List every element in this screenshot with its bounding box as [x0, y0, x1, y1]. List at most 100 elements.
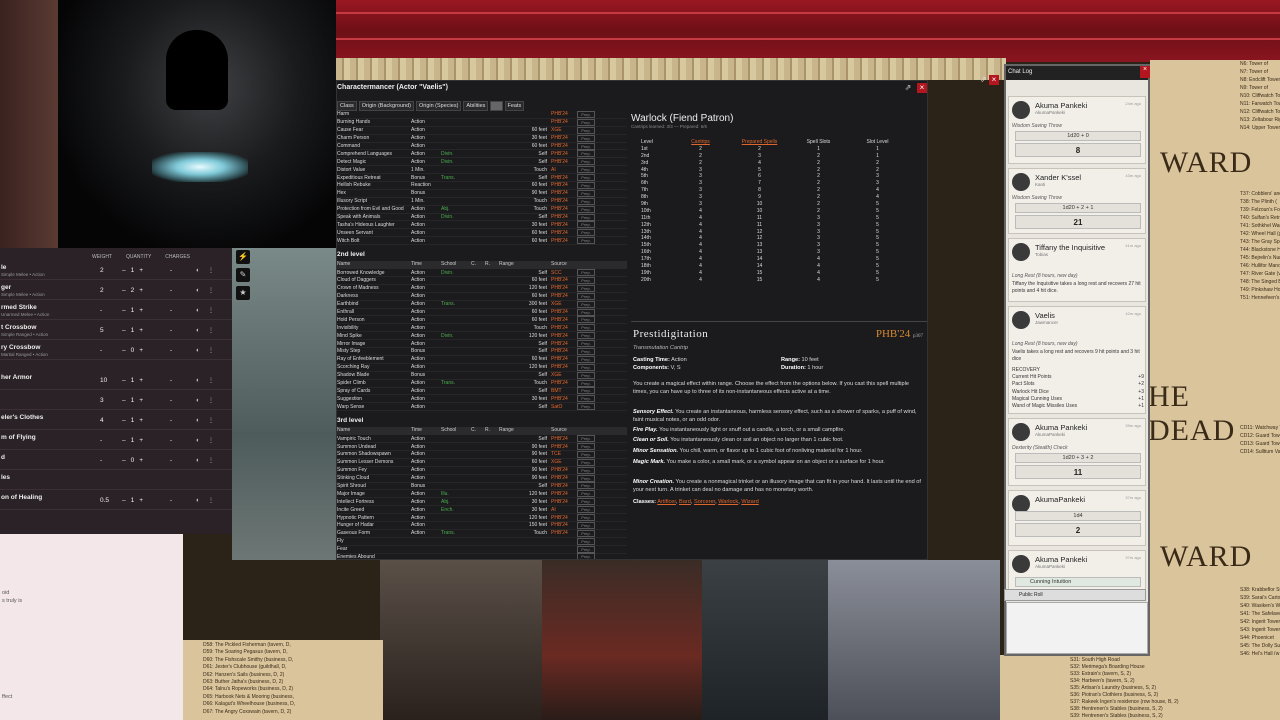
spell-row[interactable]: Earthbind Action Trans. 300 feet XGE Prep.: [337, 300, 627, 309]
minus-icon[interactable]: –: [122, 347, 131, 354]
quantity-stepper[interactable]: –2+: [122, 287, 148, 294]
item-action-icons[interactable]: ◐ ⋮: [196, 396, 217, 404]
column-source[interactable]: Source: [551, 261, 577, 269]
item-action-icons[interactable]: ◐ ⋮: [196, 326, 217, 334]
spell-row[interactable]: Gaseous Form Action Trans. Touch PHB'24 Prep.: [337, 529, 627, 538]
spell-row[interactable]: Hypnotic Pattern Action 120 feet PHB'24 Prep…: [337, 514, 627, 522]
spell-row[interactable]: Mind Spike Action Divin. 120 feet PHB'24 Prep…: [337, 332, 627, 341]
prepare-toggle[interactable]: Prep.: [577, 435, 595, 443]
plus-icon[interactable]: +: [139, 457, 148, 464]
prepare-toggle[interactable]: Prep.: [577, 443, 595, 451]
prepare-toggle[interactable]: Prep.: [577, 340, 595, 348]
dice-formula[interactable]: 1d20 + 0: [1015, 131, 1141, 141]
prepare-toggle[interactable]: Prep.: [577, 387, 595, 395]
dice-formula[interactable]: 1d4: [1015, 511, 1141, 521]
spell-row[interactable]: Witch Bolt Action 60 feet PHB'24 Prep.: [337, 237, 627, 246]
plus-icon[interactable]: +: [139, 377, 148, 384]
prepare-toggle[interactable]: Prep.: [577, 126, 595, 134]
prepare-toggle[interactable]: Prep.: [577, 482, 595, 490]
plus-icon[interactable]: +: [139, 497, 148, 504]
close-icon[interactable]: ×: [917, 83, 927, 93]
spell-row[interactable]: Suggestion Action 30 feet PHB'24 Prep.: [337, 395, 627, 404]
item-action-icons[interactable]: ◐ ⋮: [196, 286, 217, 294]
column-source[interactable]: Source: [551, 427, 577, 435]
spell-row[interactable]: Misty Step Bonus Self PHB'24 Prep.: [337, 348, 627, 356]
prepare-toggle[interactable]: Prep.: [577, 363, 595, 371]
prepare-toggle[interactable]: Prep.: [577, 308, 595, 316]
quantity-stepper[interactable]: –1+: [122, 417, 148, 424]
column-name[interactable]: Name: [337, 261, 411, 269]
roll-mode-select[interactable]: Public Roll: [1004, 589, 1146, 601]
prepare-toggle[interactable]: Prep.: [577, 142, 595, 150]
column-school[interactable]: School: [441, 427, 471, 435]
minus-icon[interactable]: –: [122, 307, 131, 314]
quantity-stepper[interactable]: –1+: [122, 397, 148, 404]
prepare-toggle[interactable]: Prep.: [577, 221, 595, 229]
inventory-row[interactable]: le Simple Melee • Action 2 –1+ - ◐ ⋮: [0, 262, 232, 280]
item-action-icons[interactable]: ◐ ⋮: [196, 416, 217, 424]
prepare-toggle[interactable]: Prep.: [577, 458, 595, 466]
prepare-toggle[interactable]: Prep.: [577, 213, 595, 221]
prepare-toggle[interactable]: Prep.: [577, 371, 595, 379]
column-school[interactable]: School: [441, 261, 471, 269]
prepare-toggle[interactable]: Prep.: [577, 166, 595, 174]
prepare-toggle[interactable]: Prep.: [577, 111, 595, 118]
spell-row[interactable]: Vampiric Touch Action Self PHB'24 Prep.: [337, 435, 627, 444]
spell-row[interactable]: Hex Bonus 90 feet PHB'24 Prep.: [337, 189, 627, 198]
lightning-icon[interactable]: ⚡: [236, 250, 250, 264]
dice-formula[interactable]: 1d20 + 3 + 2: [1015, 453, 1141, 463]
minus-icon[interactable]: –: [122, 267, 131, 274]
prepare-toggle[interactable]: Prep.: [577, 514, 595, 522]
spell-row[interactable]: Summon Shadowspawn Action 90 feet TCE Prep.: [337, 450, 627, 459]
column-time[interactable]: Time: [411, 261, 441, 269]
tab-feats[interactable]: Feats: [504, 101, 525, 111]
prepare-toggle[interactable]: Prep.: [577, 158, 595, 166]
item-action-icons[interactable]: ◐ ⋮: [196, 456, 217, 464]
spell-row[interactable]: Spider Climb Action Trans. Touch PHB'24 Prep.: [337, 379, 627, 388]
inventory-row[interactable]: d - –0+ - ◐ ⋮: [0, 452, 232, 470]
popout-icon[interactable]: ⇗: [903, 83, 913, 93]
prepare-toggle[interactable]: Prep.: [577, 466, 595, 474]
prepare-toggle[interactable]: Prep.: [577, 332, 595, 340]
spell-row[interactable]: Intellect Fortress Action Abj. 30 feet PHB'2…: [337, 498, 627, 507]
spell-row[interactable]: Warp Sense Action Self SatO Prep.: [337, 403, 627, 412]
spell-row[interactable]: Mirror Image Action Self PHB'24 Prep.: [337, 340, 627, 349]
quantity-stepper[interactable]: –1+: [122, 437, 148, 444]
tab-background[interactable]: Origin (Background): [358, 101, 414, 111]
column-range[interactable]: Range: [499, 427, 551, 435]
prepare-toggle[interactable]: Prep.: [577, 276, 595, 284]
column-r[interactable]: R.: [485, 261, 499, 269]
dice-total[interactable]: 21: [1015, 215, 1141, 229]
spell-row[interactable]: Command Action 60 feet PHB'24 Prep.: [337, 142, 627, 151]
spell-row[interactable]: Enemies Abound Prep.: [337, 553, 627, 559]
spell-row[interactable]: Shadow Blade Bonus Self XGE Prep.: [337, 371, 627, 380]
spell-row[interactable]: Spray of Cards Action Self BMT Prep.: [337, 387, 627, 396]
inventory-row[interactable]: ger Simple Melee • Action 2 –2+ - ◐ ⋮: [0, 282, 232, 300]
class-link[interactable]: Sorcerer: [694, 499, 715, 505]
inventory-row[interactable]: t Crossbow Simple Ranged • Action 5 –1+ - ◐ ⋮: [0, 322, 232, 340]
item-action-icons[interactable]: ◐ ⋮: [196, 436, 217, 444]
prepare-toggle[interactable]: Prep.: [577, 474, 595, 482]
prepare-toggle[interactable]: Prep.: [577, 118, 595, 126]
minus-icon[interactable]: –: [122, 377, 131, 384]
prepare-toggle[interactable]: Prep.: [577, 355, 595, 363]
prepare-toggle[interactable]: Prep.: [577, 348, 595, 355]
class-link[interactable]: Wizard: [741, 499, 758, 505]
tab-spells[interactable]: [490, 101, 503, 111]
plus-icon[interactable]: +: [139, 327, 148, 334]
quantity-stepper[interactable]: –1+: [122, 327, 148, 334]
quantity-stepper[interactable]: –1+: [122, 307, 148, 314]
spell-row[interactable]: Burning Hands Action PHB'24 Prep.: [337, 118, 627, 127]
quantity-stepper[interactable]: –0+: [122, 347, 148, 354]
spell-row[interactable]: Cause Fear Action 60 feet XGE Prep.: [337, 126, 627, 135]
prepare-toggle[interactable]: Prep.: [577, 237, 595, 245]
item-action-icons[interactable]: ◐ ⋮: [196, 496, 217, 504]
prepare-toggle[interactable]: Prep.: [577, 292, 595, 300]
dice-formula[interactable]: 1d20 + 2 + 1: [1015, 203, 1141, 213]
prepare-toggle[interactable]: Prep.: [577, 537, 595, 545]
column-time[interactable]: Time: [411, 427, 441, 435]
spell-row[interactable]: Cloud of Daggers Action 60 feet PHB'24 Prep.: [337, 276, 627, 285]
spell-row[interactable]: Tasha's Hideous Laughter Action 30 feet PHB…: [337, 221, 627, 230]
prepare-toggle[interactable]: Prep.: [577, 324, 595, 332]
quantity-stepper[interactable]: –1+: [122, 377, 148, 384]
